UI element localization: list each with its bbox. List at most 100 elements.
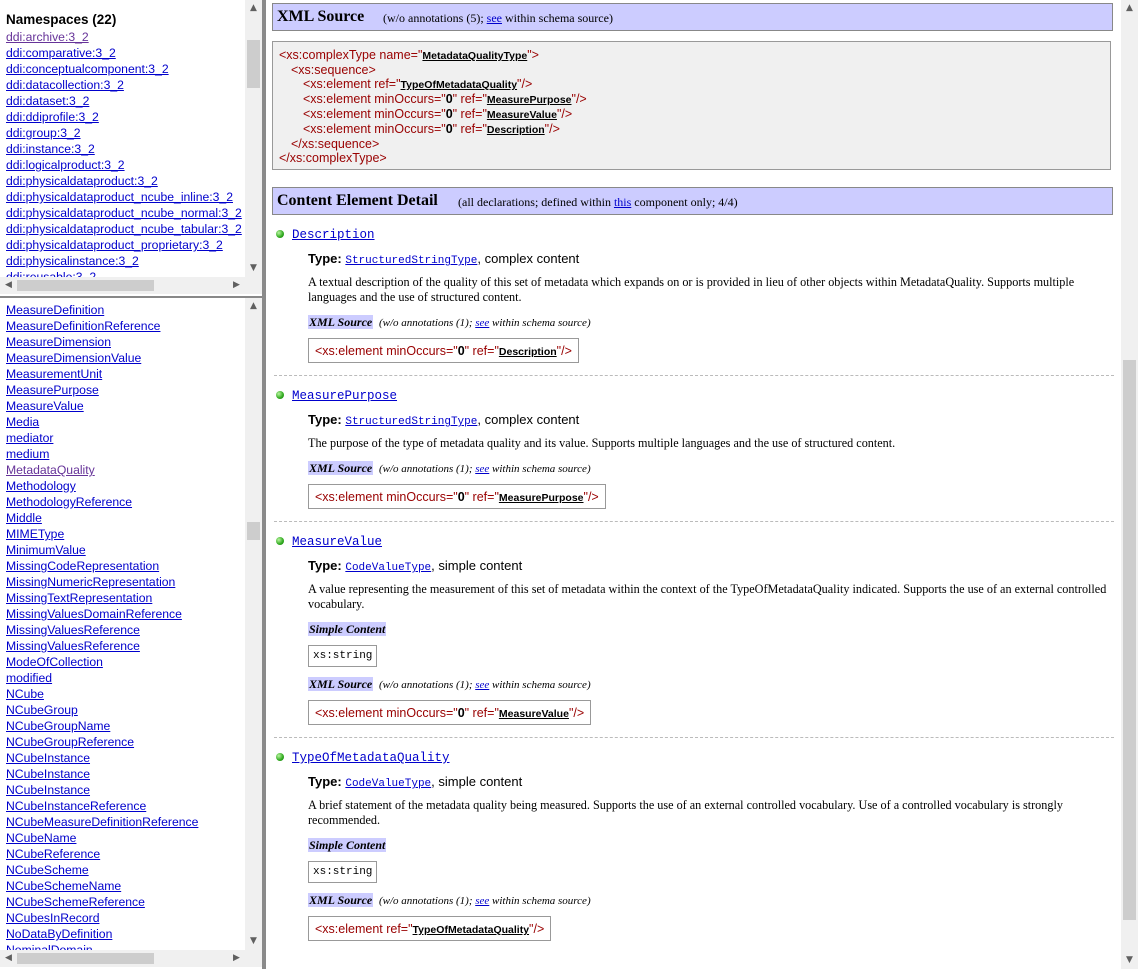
component-link[interactable]: Methodology xyxy=(0,478,244,494)
component-link[interactable]: MIMEType xyxy=(0,526,244,542)
namespace-link[interactable]: ddi:archive:3_2 xyxy=(0,29,244,45)
namespace-link[interactable]: ddi:dataset:3_2 xyxy=(0,93,244,109)
component-link[interactable]: MinimumValue xyxy=(0,542,244,558)
namespace-link[interactable]: ddi:comparative:3_2 xyxy=(0,45,244,61)
namespace-link[interactable]: ddi:physicalinstance:3_2 xyxy=(0,253,244,269)
namespace-link[interactable]: ddi:instance:3_2 xyxy=(0,141,244,157)
type-name-link[interactable]: MetadataQualityType xyxy=(422,50,527,62)
component-link[interactable]: modified xyxy=(0,670,244,686)
component-link[interactable]: MissingValuesReference xyxy=(0,622,244,638)
component-link[interactable]: MeasureDefinitionReference xyxy=(0,318,244,334)
component-link[interactable]: ModeOfCollection xyxy=(0,654,244,670)
component-link[interactable]: NCubeSchemeName xyxy=(0,878,244,894)
chevron-right-icon[interactable]: ▶ xyxy=(228,277,245,294)
namespace-link[interactable]: ddi:physicaldataproduct:3_2 xyxy=(0,173,244,189)
namespace-link[interactable]: ddi:datacollection:3_2 xyxy=(0,77,244,93)
scroll-thumb[interactable] xyxy=(17,953,154,964)
element-name-link[interactable]: Description xyxy=(292,228,375,242)
namespace-link[interactable]: ddi:conceptualcomponent:3_2 xyxy=(0,61,244,77)
this-link[interactable]: this xyxy=(614,195,631,209)
component-link[interactable]: NCubeInstance xyxy=(0,782,244,798)
component-link[interactable]: NCubeGroupName xyxy=(0,718,244,734)
scroll-thumb[interactable] xyxy=(247,40,260,88)
component-link[interactable]: medium xyxy=(0,446,244,462)
element-ref-link[interactable]: MeasurePurpose xyxy=(499,492,584,504)
namespace-link[interactable]: ddi:physicaldataproduct_ncube_tabular:3_… xyxy=(0,221,244,237)
component-link[interactable]: MeasureValue xyxy=(0,398,244,414)
component-link[interactable]: MeasureDimensionValue xyxy=(0,350,244,366)
chevron-left-icon[interactable]: ◀ xyxy=(0,950,17,967)
components-hscrollbar[interactable]: ◀ ▶ xyxy=(0,950,262,967)
component-link[interactable]: NCubeMeasureDefinitionReference xyxy=(0,814,244,830)
chevron-up-icon[interactable]: ▲ xyxy=(245,298,262,315)
type-link[interactable]: CodeValueType xyxy=(345,778,431,790)
element-ref-link[interactable]: TypeOfMetadataQuality xyxy=(413,924,530,936)
see-link[interactable]: see xyxy=(475,679,489,691)
namespace-link[interactable]: ddi:physicaldataproduct_ncube_normal:3_2 xyxy=(0,205,244,221)
scroll-thumb[interactable] xyxy=(1123,360,1136,920)
element-name-link[interactable]: MeasureValue xyxy=(292,535,382,549)
component-link[interactable]: NCubeScheme xyxy=(0,862,244,878)
see-link[interactable]: see xyxy=(475,317,489,329)
component-link[interactable]: NCubeInstanceReference xyxy=(0,798,244,814)
chevron-down-icon[interactable]: ▼ xyxy=(1121,952,1138,969)
component-link[interactable]: NCubeName xyxy=(0,830,244,846)
component-link[interactable]: NCubeInstance xyxy=(0,766,244,782)
components-vscrollbar[interactable]: ▲ ▼ xyxy=(245,298,262,950)
element-ref-link[interactable]: MeasureValue xyxy=(499,708,569,720)
scroll-thumb[interactable] xyxy=(17,280,154,291)
element-ref-link[interactable]: Description xyxy=(499,346,557,358)
component-link[interactable]: NCubeGroup xyxy=(0,702,244,718)
component-link[interactable]: MissingCodeRepresentation xyxy=(0,558,244,574)
component-link[interactable]: Media xyxy=(0,414,244,430)
chevron-up-icon[interactable]: ▲ xyxy=(245,0,262,17)
component-link[interactable]: NCubesInRecord xyxy=(0,910,244,926)
see-link[interactable]: see xyxy=(475,895,489,907)
namespace-link[interactable]: ddi:logicalproduct:3_2 xyxy=(0,157,244,173)
component-link[interactable]: MeasureDefinition xyxy=(0,302,244,318)
namespace-link[interactable]: ddi:physicaldataproduct_ncube_inline:3_2 xyxy=(0,189,244,205)
component-link[interactable]: MethodologyReference xyxy=(0,494,244,510)
element-name-link[interactable]: TypeOfMetadataQuality xyxy=(292,751,450,765)
component-link[interactable]: NCubeGroupReference xyxy=(0,734,244,750)
component-link[interactable]: Middle xyxy=(0,510,244,526)
element-name-link[interactable]: MeasurePurpose xyxy=(292,389,397,403)
element-ref-link[interactable]: TypeOfMetadataQuality xyxy=(401,79,518,91)
component-link[interactable]: MeasurementUnit xyxy=(0,366,244,382)
component-link[interactable]: NCubeSchemeReference xyxy=(0,894,244,910)
namespaces-hscrollbar[interactable]: ◀ ▶ xyxy=(0,277,262,294)
type-link[interactable]: StructuredStringType xyxy=(345,416,477,428)
type-link[interactable]: StructuredStringType xyxy=(345,255,477,267)
component-link[interactable]: NCubeInstance xyxy=(0,750,244,766)
component-link[interactable]: MeasurePurpose xyxy=(0,382,244,398)
component-link[interactable]: MissingValuesReference xyxy=(0,638,244,654)
namespace-link[interactable]: ddi:physicaldataproduct_proprietary:3_2 xyxy=(0,237,244,253)
element-ref-link[interactable]: Description xyxy=(487,124,545,136)
element-source-box: <xs:element minOccurs="0" ref="MeasureVa… xyxy=(308,700,592,725)
chevron-up-icon[interactable]: ▲ xyxy=(1121,0,1138,17)
namespace-link[interactable]: ddi:ddiprofile:3_2 xyxy=(0,109,244,125)
see-link[interactable]: see xyxy=(475,463,489,475)
component-link[interactable]: MissingValuesDomainReference xyxy=(0,606,244,622)
chevron-right-icon[interactable]: ▶ xyxy=(228,950,245,967)
chevron-down-icon[interactable]: ▼ xyxy=(245,260,262,277)
type-link[interactable]: CodeValueType xyxy=(345,562,431,574)
component-link[interactable]: NoDataByDefinition xyxy=(0,926,244,942)
see-link[interactable]: see xyxy=(487,11,502,25)
chevron-left-icon[interactable]: ◀ xyxy=(0,277,17,294)
namespace-link[interactable]: ddi:group:3_2 xyxy=(0,125,244,141)
element-ref-link[interactable]: MeasurePurpose xyxy=(487,94,572,106)
component-link-current[interactable]: MetadataQuality xyxy=(0,462,244,478)
note-text: (w/o annotations (1); xyxy=(378,317,473,329)
scroll-thumb[interactable] xyxy=(247,522,260,540)
namespaces-vscrollbar[interactable]: ▲ ▼ xyxy=(245,0,262,277)
component-link[interactable]: MeasureDimension xyxy=(0,334,244,350)
chevron-down-icon[interactable]: ▼ xyxy=(245,933,262,950)
component-link[interactable]: MissingTextRepresentation xyxy=(0,590,244,606)
component-link[interactable]: mediator xyxy=(0,430,244,446)
element-ref-link[interactable]: MeasureValue xyxy=(487,109,557,121)
component-link[interactable]: MissingNumericRepresentation xyxy=(0,574,244,590)
component-link[interactable]: NCubeReference xyxy=(0,846,244,862)
component-link[interactable]: NCube xyxy=(0,686,244,702)
main-vscrollbar[interactable]: ▲ ▼ xyxy=(1121,0,1138,969)
